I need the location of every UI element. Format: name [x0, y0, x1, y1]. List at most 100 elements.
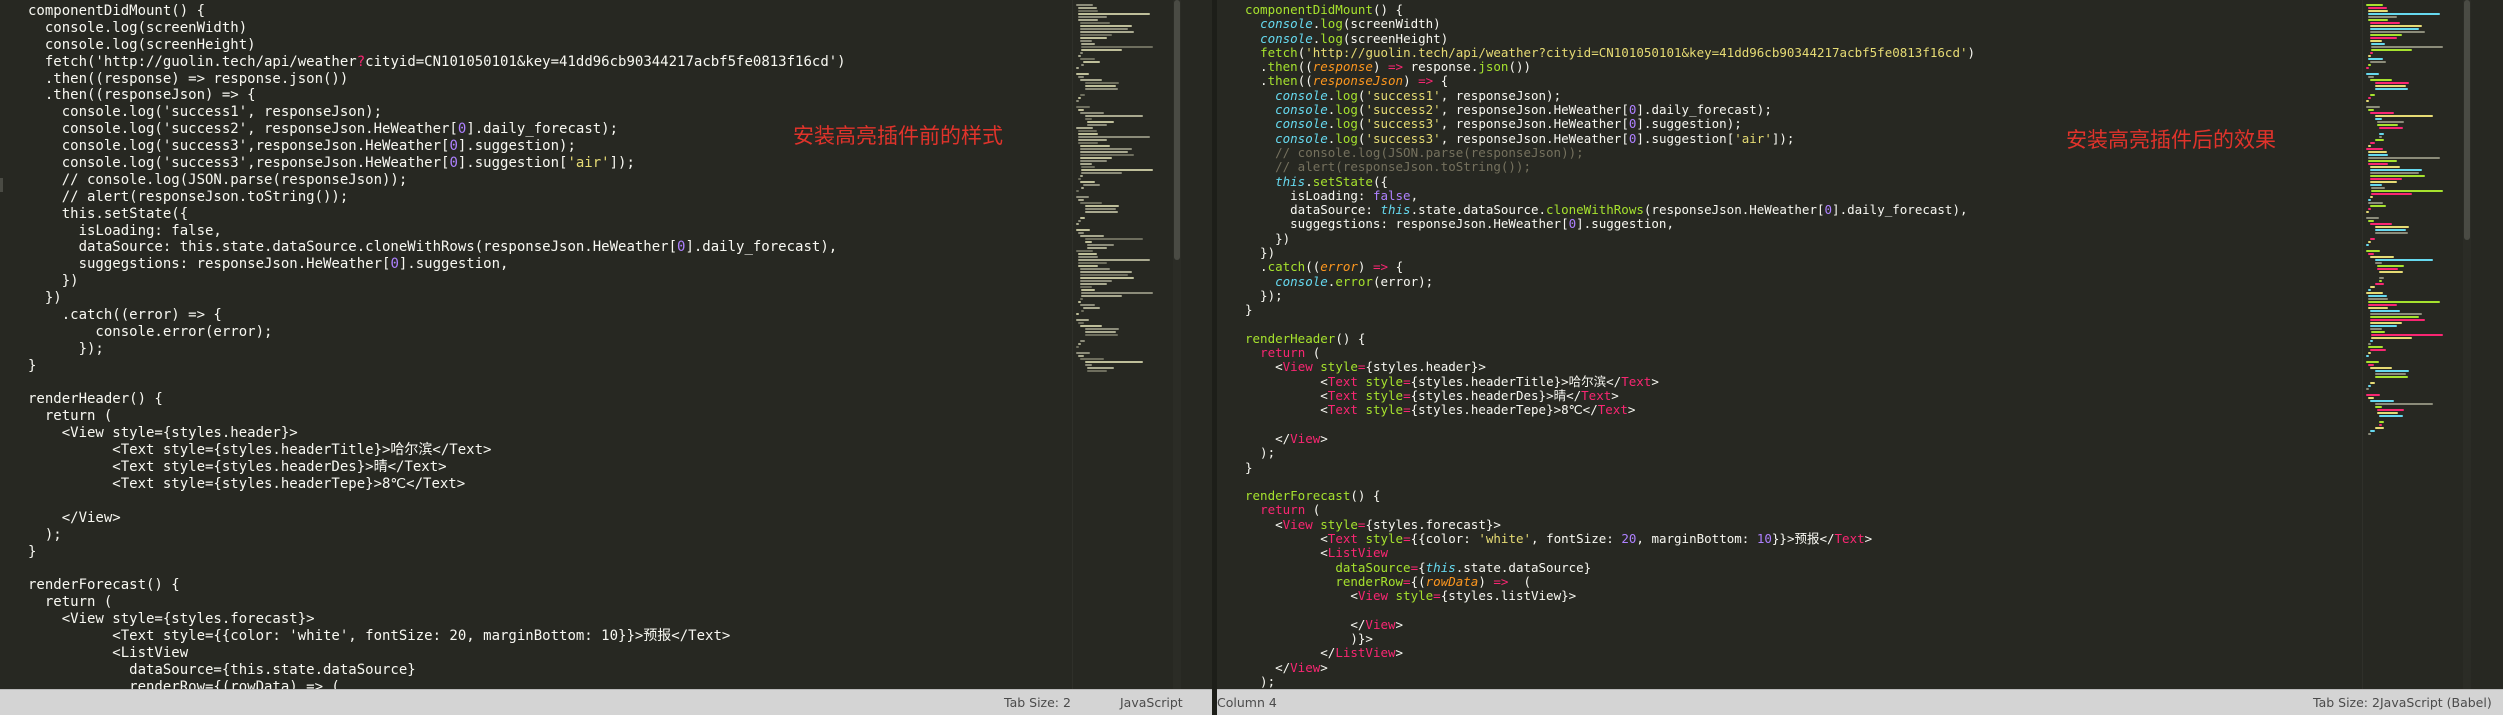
scroll-thumb-right[interactable] [2464, 0, 2470, 240]
code-line[interactable]: <View style={styles.header}> [1245, 360, 1975, 374]
code-line[interactable]: .then((response) => response.json()) [28, 71, 846, 88]
code-line[interactable]: console.log(screenWidth) [1245, 17, 1975, 31]
code-line[interactable]: fetch('http://guolin.tech/api/weather?ci… [28, 54, 846, 71]
code-line[interactable]: componentDidMount() { [28, 3, 846, 20]
code-line[interactable]: console.log('success3', responseJson.HeW… [1245, 117, 1975, 131]
code-line[interactable]: <ListView [1245, 546, 1975, 560]
tab-size-indicator[interactable]: Tab Size: 2 [2313, 695, 2380, 710]
code-line[interactable]: </View> [1245, 660, 1975, 675]
code-line[interactable]: console.log('success3',responseJson.HeWe… [28, 138, 846, 155]
code-line[interactable]: }) [28, 290, 846, 307]
code-line[interactable]: renderForecast() { [28, 577, 846, 594]
code-line[interactable]: fetch('http://guolin.tech/api/weather?ci… [1245, 45, 1975, 60]
code-line[interactable]: <Text style={styles.headerTitle}>哈尔滨</Te… [1245, 374, 1975, 389]
code-line[interactable]: renderHeader() { [1245, 331, 1975, 346]
scrollbar-left[interactable] [1173, 0, 1181, 690]
code-line[interactable]: renderForecast() { [1245, 488, 1975, 503]
code-line[interactable] [28, 560, 846, 577]
code-line[interactable]: }) [28, 273, 846, 290]
code-line[interactable]: // alert(responseJson.toString()); [28, 189, 846, 206]
code-line[interactable]: console.log('success1', responseJson); [1245, 88, 1975, 103]
code-line[interactable]: </ListView> [1245, 646, 1975, 660]
code-line[interactable]: // console.log(JSON.parse(responseJson))… [28, 172, 846, 189]
code-line[interactable]: console.error(error); [1245, 274, 1975, 289]
code-line[interactable]: <View style={styles.forecast}> [1245, 517, 1975, 532]
code-line[interactable]: } [1245, 460, 1975, 475]
code-line[interactable]: isLoading: false, [1245, 188, 1975, 203]
code-line[interactable]: return ( [1245, 345, 1975, 360]
code-line[interactable]: }) [1245, 231, 1975, 246]
code-line[interactable]: }); [28, 341, 846, 358]
syntax-indicator[interactable]: JavaScript (Babel) [2380, 695, 2492, 710]
code-line[interactable]: <Text style={styles.headerDes}>晴</Text> [28, 459, 846, 476]
code-line[interactable] [1245, 418, 1975, 432]
code-line[interactable]: // alert(responseJson.toString()); [1245, 160, 1975, 174]
editor-pane-left[interactable]: componentDidMount() { console.log(screen… [0, 0, 1212, 715]
code-line[interactable] [1245, 603, 1975, 617]
code-line[interactable]: } [28, 544, 846, 561]
code-line[interactable]: <Text style={styles.headerTitle}>哈尔滨</Te… [28, 442, 846, 459]
code-line[interactable]: <View style={styles.header}> [28, 425, 846, 442]
syntax-indicator[interactable]: JavaScript [1120, 695, 1183, 710]
code-line[interactable]: suggegstions: responseJson.HeWeather[0].… [1245, 217, 1975, 231]
code-line[interactable]: </View> [1245, 431, 1975, 446]
code-line[interactable]: renderRow={(rowData) => ( [1245, 574, 1975, 589]
code-line[interactable]: <ListView [28, 645, 846, 662]
code-line[interactable]: <Text style={styles.headerTepe}>8℃</Text… [1245, 403, 1975, 417]
code-line[interactable]: isLoading: false, [28, 223, 846, 240]
code-line[interactable] [28, 375, 846, 392]
code-line[interactable]: <Text style={{color: 'white', fontSize: … [28, 628, 846, 645]
code-line[interactable]: ); [1245, 446, 1975, 460]
code-line[interactable]: } [28, 358, 846, 375]
code-line[interactable]: </View> [28, 510, 846, 527]
code-line[interactable]: .catch((error) => { [28, 307, 846, 324]
code-line[interactable]: dataSource={this.state.dataSource} [28, 662, 846, 679]
code-line[interactable]: <View style={styles.listView}> [1245, 589, 1975, 603]
code-line[interactable]: console.log(screenHeight) [1245, 31, 1975, 46]
code-line[interactable]: dataSource={this.state.dataSource} [1245, 560, 1975, 575]
code-line[interactable]: <Text style={{color: 'white', fontSize: … [1245, 531, 1975, 546]
code-line[interactable]: return ( [28, 408, 846, 425]
code-line[interactable]: </View> [1245, 617, 1975, 632]
code-line[interactable]: )}> [1245, 631, 1975, 646]
code-line[interactable]: .then((responseJson) => { [28, 87, 846, 104]
code-area-left[interactable]: componentDidMount() { console.log(screen… [28, 3, 846, 696]
code-line[interactable]: // console.log(JSON.parse(responseJson))… [1245, 145, 1975, 160]
code-line[interactable] [1245, 318, 1975, 332]
code-line[interactable]: console.log('success2', responseJson.HeW… [1245, 102, 1975, 117]
code-line[interactable]: console.log(screenHeight) [28, 37, 846, 54]
code-line[interactable]: <Text style={styles.headerTepe}>8℃</Text… [28, 476, 846, 493]
code-line[interactable]: .then((responseJson) => { [1245, 74, 1975, 88]
code-line[interactable]: console.log('success2', responseJson.HeW… [28, 121, 846, 138]
minimap-right[interactable] [2362, 0, 2471, 690]
code-line[interactable]: dataSource: this.state.dataSource.cloneW… [1245, 203, 1975, 217]
code-line[interactable]: }); [1245, 288, 1975, 303]
code-line[interactable] [1245, 475, 1975, 489]
code-line[interactable]: dataSource: this.state.dataSource.cloneW… [28, 239, 846, 256]
code-line[interactable]: return ( [1245, 503, 1975, 517]
code-line[interactable]: .then((response) => response.json()) [1245, 60, 1975, 74]
code-line[interactable]: console.error(error); [28, 324, 846, 341]
code-line[interactable]: console.log(screenWidth) [28, 20, 846, 37]
code-line[interactable]: .catch((error) => { [1245, 260, 1975, 274]
code-line[interactable]: ); [28, 527, 846, 544]
code-line[interactable]: renderHeader() { [28, 391, 846, 408]
code-line[interactable]: }) [1245, 245, 1975, 260]
scroll-thumb-left[interactable] [1174, 0, 1180, 260]
code-line[interactable]: return ( [28, 594, 846, 611]
editor-pane-right[interactable]: componentDidMount() { console.log(screen… [1217, 0, 2503, 715]
code-line[interactable]: suggegstions: responseJson.HeWeather[0].… [28, 256, 846, 273]
code-line[interactable]: console.log('success3', responseJson.HeW… [1245, 131, 1975, 146]
code-line[interactable]: console.log('success3',responseJson.HeWe… [28, 155, 846, 172]
code-area-right[interactable]: componentDidMount() { console.log(screen… [1245, 2, 1975, 689]
code-line[interactable]: <Text style={styles.headerDes}>晴</Text> [1245, 388, 1975, 403]
code-line[interactable]: this.setState({ [28, 206, 846, 223]
minimap-left[interactable] [1072, 0, 1181, 690]
scrollbar-right[interactable] [2463, 0, 2471, 690]
tab-size-indicator[interactable]: Tab Size: 2 [1004, 695, 1071, 710]
code-line[interactable]: <View style={styles.forecast}> [28, 611, 846, 628]
code-line[interactable]: } [1245, 303, 1975, 317]
code-line[interactable]: console.log('success1', responseJson); [28, 104, 846, 121]
code-line[interactable]: componentDidMount() { [1245, 2, 1975, 17]
code-line[interactable]: this.setState({ [1245, 174, 1975, 189]
